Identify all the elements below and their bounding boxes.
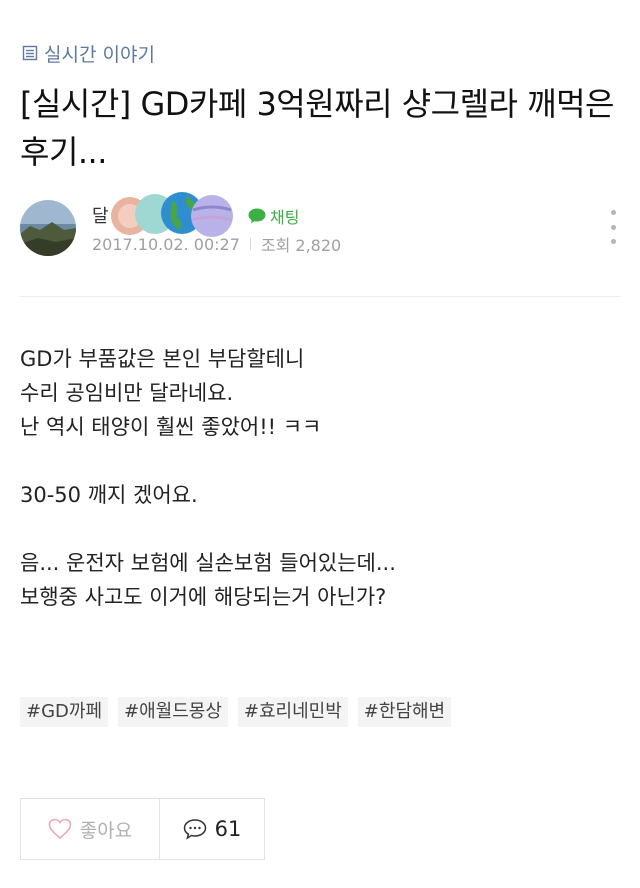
author-row: 달 채팅 2017.10.02. 00:27 조회 2,820 [20,192,620,260]
comment-count: 61 [214,817,242,841]
tag-aewol[interactable]: #애월드몽상 [118,697,228,727]
view-count: 조회 2,820 [260,236,342,255]
post-meta: 2017.10.02. 00:27 조회 2,820 [92,232,341,256]
meta-divider [249,238,251,250]
chat-button[interactable]: 채팅 [248,204,299,228]
board-list-icon [22,45,38,61]
content-line: GD가 부품값은 본인 부담할테니 [20,347,305,371]
post-title: [실시간] GD카페 3억원짜리 샹그렐라 깨먹은 후기... [20,85,615,171]
board-link[interactable]: 실시간 이야기 [22,40,155,66]
content-line: 음... 운전자 보험에 실손보험 들어있는데... [20,551,396,575]
tag-gd-cafe[interactable]: #GD까페 [20,697,109,727]
post-actions: 좋아요 61 [20,798,265,860]
heart-icon [48,818,72,840]
tag-handam-beach[interactable]: #한담해변 [357,697,452,727]
content-line: 수리 공임비만 달라네요. [20,381,234,405]
post-content: GD가 부품값은 본인 부담할테니 수리 공임비만 달라네요. 난 역시 태양이… [20,342,620,614]
like-button[interactable]: 좋아요 [20,798,160,860]
board-label: 실시간 이야기 [44,43,155,66]
tag-list: #GD까페 #애월드몽상 #효리네민박 #한담해변 [20,697,452,727]
like-label: 좋아요 [79,819,133,842]
post-date: 2017.10.02. 00:27 [92,234,240,254]
chat-bubble-icon [248,208,266,224]
comment-bubble-icon [183,819,206,840]
divider [20,296,620,297]
content-line: 30-50 깨지 겠어요. [20,483,198,507]
comment-button[interactable]: 61 [159,798,265,860]
post-page: 실시간 이야기 [실시간] GD카페 3억원짜리 샹그렐라 깨먹은 후기... … [0,0,640,888]
more-options-icon[interactable] [608,210,618,244]
chat-label: 채팅 [270,208,300,227]
content-line: 난 역시 태양이 훨씬 좋았어!! ㅋㅋ [20,415,322,439]
avatar[interactable] [20,200,76,256]
content-line: 보행중 사고도 이거에 해당되는거 아닌가? [20,585,387,609]
tag-hyori-minbak[interactable]: #효리네민박 [237,697,348,727]
